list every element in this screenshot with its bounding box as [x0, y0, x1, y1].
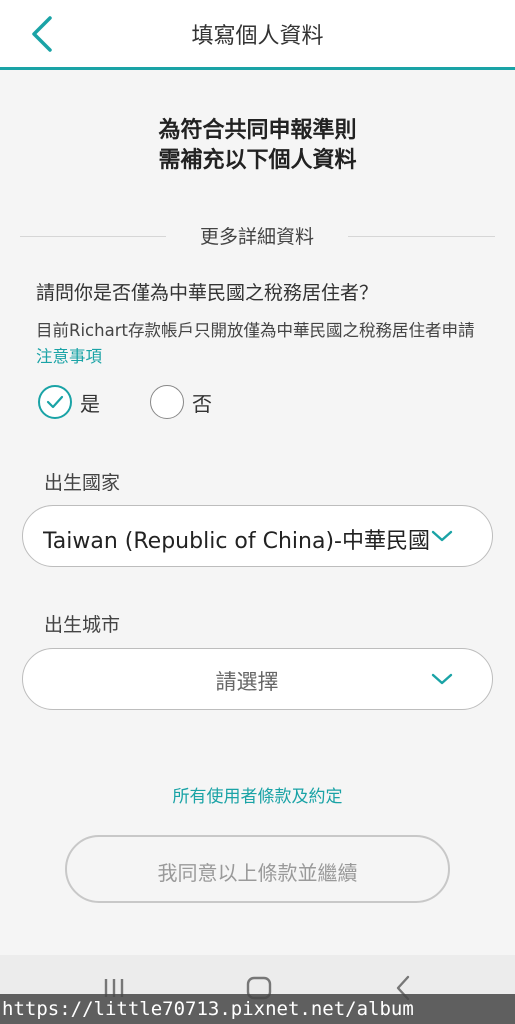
birth-country-value: Taiwan (Republic of China)-中華民國 [43, 529, 430, 554]
residency-question: 請問你是否僅為中華民國之稅務居住者？ [36, 282, 379, 304]
page-title: 填寫個人資料 [191, 24, 324, 49]
radio-yes[interactable]: 是 [38, 384, 100, 420]
residency-note: 目前Richart存款帳戶只開放僅為中華民國之稅務居住者申請注意事項 [36, 318, 476, 370]
notice-link[interactable]: 注意事項 [36, 347, 102, 366]
agree-continue-label: 我同意以上條款並繼續 [157, 861, 358, 885]
check-icon [46, 395, 64, 409]
chevron-down-icon [431, 530, 453, 542]
radio-yes-label: 是 [80, 391, 100, 416]
radio-yes-circle[interactable] [38, 385, 72, 419]
section-divider: 更多詳細資料 [20, 222, 495, 252]
birth-city-placeholder: 請選擇 [215, 670, 279, 694]
birth-city-select[interactable]: 請選擇 [22, 648, 493, 710]
radio-no[interactable]: 否 [150, 384, 212, 420]
headline-line-2: 需補充以下個人資料 [158, 148, 357, 173]
header-divider [0, 67, 515, 70]
birth-country-label: 出生國家 [44, 472, 121, 494]
birth-country-select[interactable]: Taiwan (Republic of China)-中華民國 [22, 505, 493, 567]
divider-line-right [348, 236, 495, 237]
app-header: 填寫個人資料 [0, 0, 515, 70]
birth-city-label: 出生城市 [44, 614, 121, 636]
radio-no-circle[interactable] [150, 385, 184, 419]
headline-line-1: 為符合共同申報準則 [158, 118, 357, 143]
agree-continue-button[interactable]: 我同意以上條款並繼續 [65, 835, 450, 903]
watermark: https://little70713.pixnet.net/album [0, 994, 515, 1024]
radio-no-label: 否 [192, 391, 212, 416]
chevron-down-icon [431, 673, 453, 685]
divider-line-left [20, 236, 166, 237]
terms-link[interactable]: 所有使用者條款及約定 [0, 782, 515, 807]
section-title: 更多詳細資料 [199, 226, 314, 248]
headline: 為符合共同申報準則 需補充以下個人資料 [0, 116, 515, 176]
residency-note-text: 目前Richart存款帳戶只開放僅為中華民國之稅務居住者申請 [36, 321, 475, 340]
